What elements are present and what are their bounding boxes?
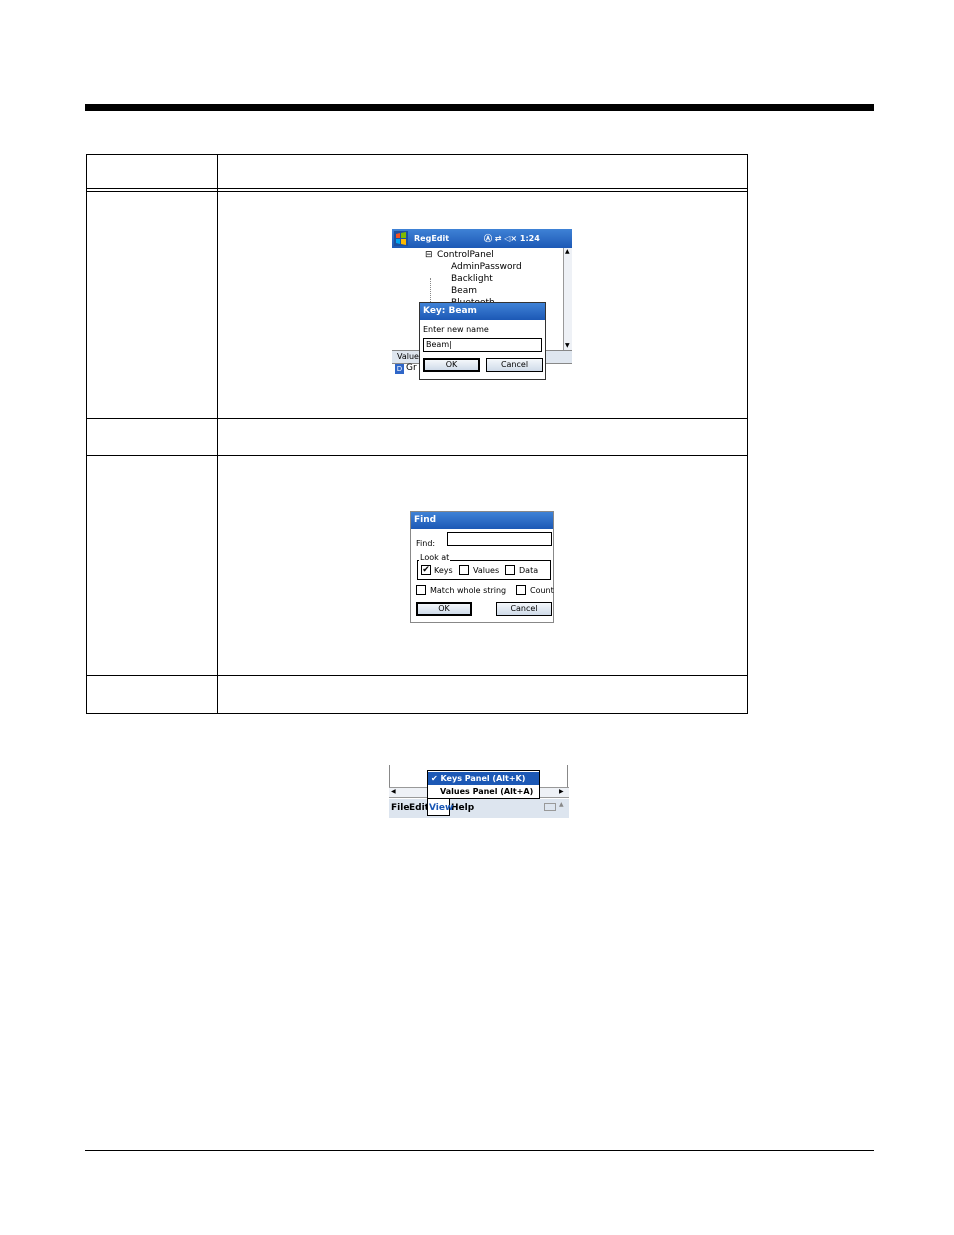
app-title: RegEdit [414,234,450,243]
table-column-divider [217,155,218,713]
menu-file[interactable]: File [391,803,409,813]
values-checkbox[interactable] [459,565,469,575]
tree-item[interactable]: ControlPanel [437,250,494,260]
tree-item[interactable]: Backlight [451,274,493,284]
values-panel-item[interactable]: Values Panel (Alt+A) [428,785,539,798]
panel-border [567,765,568,787]
windows-start-icon[interactable] [394,231,408,246]
ok-button[interactable]: OK [423,358,480,372]
view-dropdown: ✔ Keys Panel (Alt+K) Values Panel (Alt+A… [427,770,540,799]
table-row-rule [87,675,747,676]
match-whole-checkbox[interactable] [416,585,426,595]
tree-expander-icon[interactable]: ⊟ [425,250,433,260]
look-at-label: Look at [419,553,451,562]
footer-rule [85,1150,874,1151]
data-checkbox[interactable] [505,565,515,575]
menu-help[interactable]: Help [451,803,474,813]
menu-bar: File Edit Help ▲ [389,799,569,818]
find-title: Find [411,512,553,529]
value-name: Gr [406,363,417,373]
header-rule [85,104,874,111]
menu-edit[interactable]: Edit [409,803,429,813]
table-header-rule [87,188,747,192]
scroll-down-icon[interactable]: ▼ [565,342,570,349]
dialog-title: Key: Beam [420,303,545,320]
tree-item[interactable]: Beam [451,286,477,296]
scroll-left-icon[interactable]: ◀ [391,788,396,795]
values-column-label: Value [397,352,419,361]
vertical-scrollbar[interactable]: ▲ ▼ [563,248,572,350]
scroll-right-icon[interactable]: ▶ [559,788,564,795]
menu-view[interactable]: View [427,797,454,816]
keys-label: Keys [434,566,453,575]
scroll-up-icon[interactable]: ▲ [565,248,570,255]
title-bar: RegEdit Ⓐ ⇄ ◁× 1:24 [392,229,572,248]
table-row-rule [87,418,747,419]
string-value-icon: D [395,364,404,374]
match-whole-label: Match whole string [430,586,507,595]
new-name-label: Enter new name [423,325,489,334]
sip-arrow-icon[interactable]: ▲ [559,801,564,808]
table-row-rule [87,455,747,456]
panel-border [389,765,390,787]
data-label: Data [519,566,539,575]
find-input[interactable] [447,532,552,546]
new-name-input[interactable]: Beam| [423,338,542,352]
find-label: Find: [416,539,436,548]
view-menu-screenshot: ◀ ▶ File Edit Help ▲ View ✔ Keys Panel (… [389,765,569,818]
rename-key-dialog: Key: Beam Enter new name Beam| OK Cancel [419,302,546,380]
regedit-screenshot: RegEdit Ⓐ ⇄ ◁× 1:24 ⊟ ControlPanel Admin… [392,229,572,391]
find-screenshot: Find Find: Look at ✔ Keys Values Data Ma… [410,511,554,623]
keys-checkbox[interactable]: ✔ [421,565,431,575]
cancel-button[interactable]: Cancel [486,358,543,372]
menu-view-label: View [429,803,454,813]
ok-button[interactable]: OK [416,602,472,616]
tree-item[interactable]: AdminPassword [451,262,522,272]
count-label: Count [530,586,554,595]
keys-panel-item[interactable]: ✔ Keys Panel (Alt+K) [428,772,539,785]
status-tray[interactable]: Ⓐ ⇄ ◁× 1:24 [484,233,540,244]
keyboard-icon[interactable] [544,803,556,811]
values-label: Values [473,566,500,575]
count-checkbox[interactable] [516,585,526,595]
cancel-button[interactable]: Cancel [496,602,552,616]
